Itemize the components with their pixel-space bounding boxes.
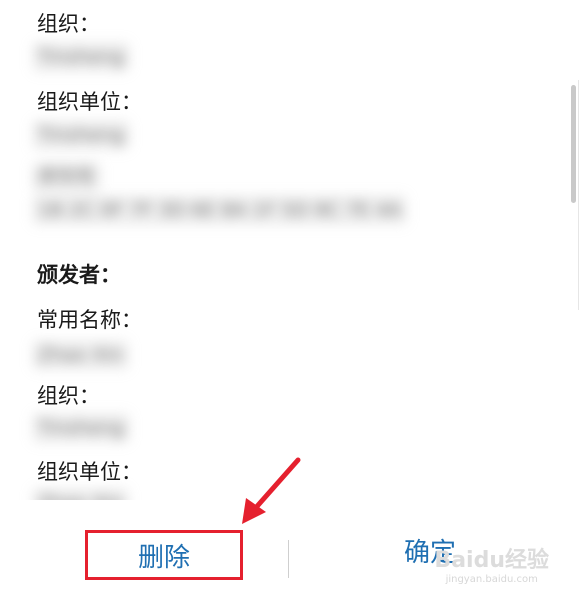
watermark-url: jingyan.baidu.com [445, 574, 538, 585]
blurred-field-value: 1B 2C 0F 7F 3D 6E 8A 1F 5D 9C 7E 4A [32, 195, 408, 225]
delete-button[interactable]: 删除 [85, 530, 243, 580]
issuer-heading: 颁发者： [37, 263, 121, 287]
issuer-unit-label: 组织单位： [37, 460, 142, 484]
button-divider [288, 540, 289, 578]
issuer-org-label: 组织： [37, 384, 100, 408]
certificate-details: 组织： Tinsheng 组织单位： Tinsheng 序列号 1B 2C 0F… [0, 0, 579, 500]
subject-unit-label: 组织单位： [37, 90, 142, 114]
issuer-cn-value: Zhao Xin [32, 340, 129, 370]
issuer-org-value: Tinsheng [32, 413, 131, 443]
issuer-cn-label: 常用名称： [37, 308, 142, 332]
scrollbar-thumb[interactable] [571, 85, 576, 203]
baidu-jingyan-watermark: Baidu经验 jingyan.baidu.com [434, 548, 549, 586]
blurred-field-label: 序列号 [32, 162, 102, 192]
annotation-arrow-icon [242, 457, 301, 524]
watermark-logo: Baidu经验 [434, 548, 549, 573]
subject-org-value: Tinsheng [32, 42, 131, 72]
subject-unit-value: Tinsheng [32, 120, 131, 150]
subject-org-label: 组织： [37, 12, 100, 36]
issuer-unit-value: Zhao Xin [32, 488, 129, 500]
